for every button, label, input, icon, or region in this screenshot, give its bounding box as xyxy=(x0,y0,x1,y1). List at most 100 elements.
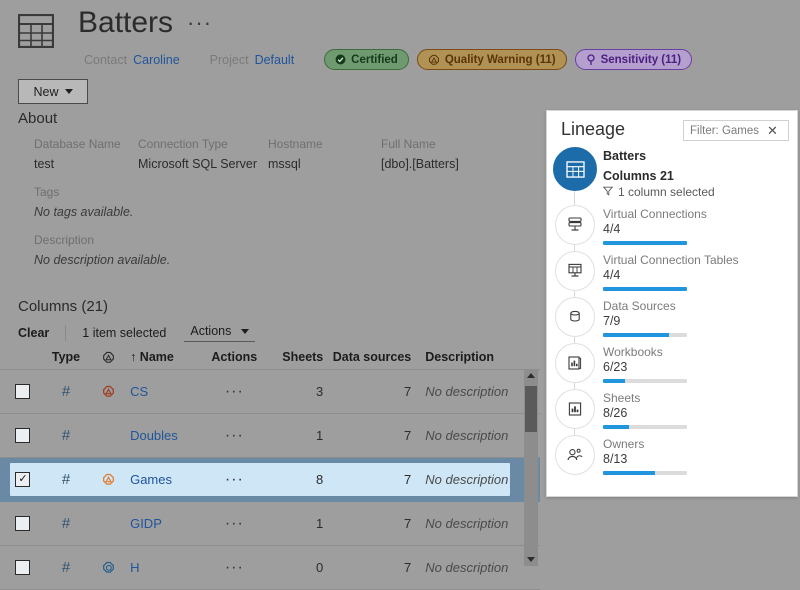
table-row[interactable]: # H ··· 0 7 No description xyxy=(0,546,540,590)
row-sheets: 1 xyxy=(316,428,324,443)
row-actions-button[interactable]: ··· xyxy=(205,427,264,443)
badge-sensitivity-label: Sensitivity (11) xyxy=(600,53,682,66)
table-row[interactable]: # Doubles ··· 1 7 No description xyxy=(0,414,540,458)
lineage-node-text: Virtual Connections 4/4 xyxy=(603,205,707,251)
row-data-sources: 7 xyxy=(404,560,412,575)
row-checkbox[interactable]: ✓ xyxy=(15,472,31,487)
header-description[interactable]: Description xyxy=(411,350,540,364)
row-checkbox[interactable] xyxy=(15,560,31,575)
table-row[interactable]: # CS ··· 3 7 No description xyxy=(0,370,540,414)
lineage-node-workbooks[interactable]: Workbooks 6/23 xyxy=(547,339,797,389)
about-field-value: [dbo].[Batters] xyxy=(381,157,459,171)
about-field-value: mssql xyxy=(268,157,301,171)
table-icon xyxy=(553,147,597,191)
actions-dropdown[interactable]: Actions xyxy=(184,324,256,342)
contact-value[interactable]: Caroline xyxy=(133,53,180,67)
lineage-root-selection-label: 1 column selected xyxy=(618,185,715,199)
tags-label: Tags xyxy=(34,185,60,199)
lineage-node-label[interactable]: Virtual Connections xyxy=(603,207,707,221)
chevron-down-icon xyxy=(241,328,250,334)
row-type: # xyxy=(61,383,71,400)
lineage-root-text: Batters Columns 21 1 column selected xyxy=(602,147,715,205)
lineage-node-label[interactable]: Virtual Connection Tables xyxy=(603,253,739,267)
quality-warning-icon[interactable] xyxy=(86,385,130,398)
row-name[interactable]: H xyxy=(130,560,205,575)
lineage-node-count: 8/13 xyxy=(603,452,628,466)
quality-warning-icon[interactable] xyxy=(86,351,130,364)
row-actions-button[interactable]: ··· xyxy=(205,383,264,399)
row-checkbox-cell[interactable] xyxy=(0,428,46,443)
close-icon[interactable]: ✕ xyxy=(767,124,778,137)
lineage-node-label[interactable]: Workbooks xyxy=(603,345,687,359)
header-data-sources[interactable]: Data sources xyxy=(323,350,412,364)
row-name[interactable]: GIDP xyxy=(130,516,205,531)
lineage-node-count: 4/4 xyxy=(603,222,621,236)
row-type: # xyxy=(61,427,71,444)
lineage-node-virtual-connection-tables[interactable]: Virtual Connection Tables 4/4 xyxy=(547,247,797,297)
lineage-node-progress xyxy=(603,425,687,429)
sensitivity-icon[interactable] xyxy=(86,561,130,574)
scroll-up-icon[interactable] xyxy=(527,373,535,378)
row-checkbox-cell[interactable] xyxy=(0,560,46,575)
row-checkbox[interactable] xyxy=(15,428,31,443)
tags-value: No tags available. xyxy=(34,205,134,219)
row-checkbox-cell[interactable] xyxy=(0,516,46,531)
table-row[interactable]: # GIDP ··· 1 7 No description xyxy=(0,502,540,546)
lineage-filter-chip[interactable]: Filter: Games ✕ xyxy=(683,120,789,141)
lineage-title: Lineage xyxy=(561,119,626,139)
lineage-node-text: Data Sources 7/9 xyxy=(603,297,687,343)
quality-warning-icon[interactable] xyxy=(86,473,130,486)
row-checkbox-cell[interactable]: ✓ xyxy=(0,472,46,487)
lineage-node-icon-wrap xyxy=(547,247,603,297)
quality-warning-icon xyxy=(428,54,440,66)
about-field-label: Hostname xyxy=(268,137,323,151)
lineage-node-count: 7/9 xyxy=(603,314,621,328)
contact-label: Contact xyxy=(84,52,128,67)
lineage-node-label[interactable]: Sheets xyxy=(603,391,687,405)
lineage-node-icon-wrap xyxy=(547,201,603,251)
header-name[interactable]: ↑ Name xyxy=(130,350,205,364)
clear-button[interactable]: Clear xyxy=(18,326,49,340)
row-name[interactable]: Games xyxy=(130,472,205,487)
about-description: Description No description available. xyxy=(34,233,501,267)
lineage-node-sheets[interactable]: Sheets 8/26 xyxy=(547,385,797,457)
description-label: Description xyxy=(34,233,95,247)
badge-sensitivity[interactable]: Sensitivity (11) xyxy=(574,49,693,70)
row-actions-button[interactable]: ··· xyxy=(205,515,264,531)
lineage-node-owners[interactable]: Owners 8/13 xyxy=(547,435,797,481)
row-actions-button[interactable]: ··· xyxy=(205,471,264,487)
lineage-root-node[interactable]: Batters Columns 21 1 column selected xyxy=(547,147,797,211)
lineage-node-label[interactable]: Data Sources xyxy=(603,299,687,313)
about-field-value: Microsoft SQL Server xyxy=(138,157,258,171)
lineage-node-virtual-connections[interactable]: Virtual Connections 4/4 xyxy=(547,201,797,251)
badge-quality-warning[interactable]: Quality Warning (11) xyxy=(416,49,567,70)
table-row[interactable]: ✓ # Games ··· 8 7 No description xyxy=(0,458,540,502)
row-checkbox[interactable] xyxy=(15,384,31,399)
row-name[interactable]: CS xyxy=(130,384,205,399)
about-field-label: Full Name xyxy=(381,137,436,151)
lineage-body: Batters Columns 21 1 column selected Vir… xyxy=(547,147,797,481)
row-checkbox-cell[interactable] xyxy=(0,384,46,399)
lineage-node-label[interactable]: Owners xyxy=(603,437,687,451)
lineage-node-data-sources[interactable]: Data Sources 7/9 xyxy=(547,293,797,343)
new-button[interactable]: New xyxy=(18,79,88,104)
row-description: No description xyxy=(425,428,509,443)
checkmark-icon: ✓ xyxy=(18,473,28,485)
row-description: No description xyxy=(425,472,509,487)
row-name[interactable]: Doubles xyxy=(130,428,205,443)
row-actions-button[interactable]: ··· xyxy=(205,559,264,575)
row-description: No description xyxy=(425,384,509,399)
lineage-node-count: 6/23 xyxy=(603,360,628,374)
row-checkbox[interactable] xyxy=(15,516,31,531)
project-value[interactable]: Default xyxy=(255,53,295,67)
chevron-down-icon xyxy=(64,89,73,94)
badge-certified[interactable]: Certified xyxy=(324,49,409,70)
header-type[interactable]: Type xyxy=(46,350,86,364)
workbook-icon xyxy=(555,343,595,383)
more-actions-button[interactable]: ··· xyxy=(187,12,212,34)
row-sheets: 8 xyxy=(316,472,324,487)
data-source-icon xyxy=(555,297,595,337)
selection-count: 1 item selected xyxy=(82,326,167,340)
header-sheets[interactable]: Sheets xyxy=(264,350,323,364)
about-field-label: Database Name xyxy=(34,137,121,151)
